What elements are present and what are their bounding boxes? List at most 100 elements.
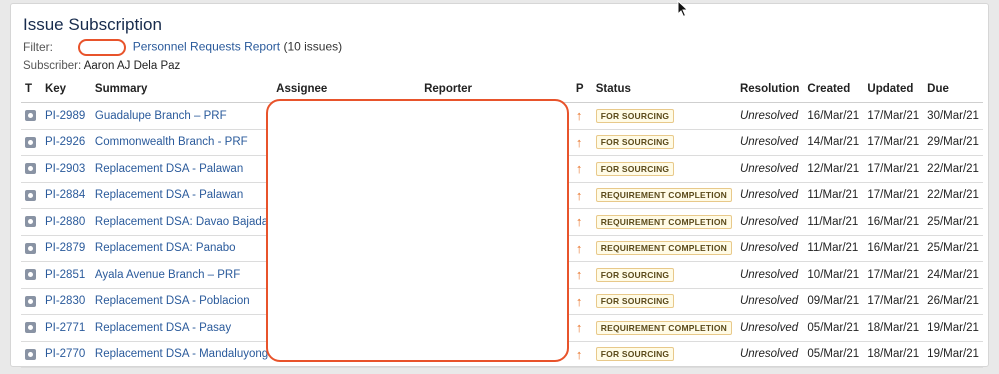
issue-summary-link[interactable]: Guadalupe Branch – PRF [95,110,227,122]
issue-type-icon[interactable] [25,216,36,228]
redacted-filter-owner [78,39,127,56]
issue-summary-link[interactable]: Ayala Avenue Branch – PRF [95,269,240,281]
issue-key-link[interactable]: PI-2989 [45,110,85,122]
issue-summary-link[interactable]: Replacement DSA: Davao Bajada [95,216,268,228]
due-cell: 22/Mar/21 [923,182,983,209]
status-cell: FOR SOURCING [591,155,736,183]
issue-key-link[interactable]: PI-2851 [45,269,85,281]
col-status[interactable]: Status [591,76,736,103]
status-badge: FOR SOURCING [595,294,675,309]
created-cell: 05/Mar/21 [803,341,864,368]
due-cell: 30/Mar/21 [923,102,983,130]
created-cell: 16/Mar/21 [803,102,864,130]
issue-key-link[interactable]: PI-2903 [45,163,85,175]
col-summary[interactable]: Summary [90,76,273,103]
resolution-cell: Unresolved [735,288,804,315]
issue-summary-link[interactable]: Commonwealth Branch - PRF [95,136,248,148]
resolution-cell: Unresolved [735,235,804,262]
resolution-cell: Unresolved [735,341,804,368]
status-badge: FOR SOURCING [595,161,675,176]
type-cell [21,235,41,262]
issue-summary-link[interactable]: Replacement DSA - Pasay [95,322,231,334]
priority-major-arrow-icon: ↑ [575,161,583,177]
issue-key-link[interactable]: PI-2880 [45,216,85,228]
updated-cell: 18/Mar/21 [863,314,924,342]
priority-cell: ↑ [571,208,592,236]
resolution-cell: Unresolved [735,314,804,342]
key-cell: PI-2879 [40,235,91,262]
type-cell [21,129,41,156]
summary-cell: Replacement DSA: Panabo [90,235,273,262]
created-cell: 11/Mar/21 [803,182,864,209]
col-type[interactable]: T [21,76,41,103]
resolution-cell: Unresolved [735,261,804,289]
status-badge: REQUIREMENT COMPLETION [595,241,732,256]
type-cell [21,341,41,368]
updated-cell: 16/Mar/21 [863,208,924,236]
issue-type-icon[interactable] [25,269,36,281]
type-cell [21,102,41,130]
updated-cell: 17/Mar/21 [863,129,924,156]
issue-key-link[interactable]: PI-2830 [45,295,85,307]
type-cell [21,314,41,342]
issue-summary-link[interactable]: Replacement DSA - Mandaluyong [95,348,268,360]
status-cell: FOR SOURCING [591,102,736,130]
issue-summary-link[interactable]: Replacement DSA - Poblacion [95,295,250,307]
issue-type-icon[interactable] [25,322,36,334]
issue-summary-link[interactable]: Replacement DSA - Palawan [95,189,243,201]
issue-key-link[interactable]: PI-2770 [45,348,85,360]
due-cell: 26/Mar/21 [923,288,983,315]
due-cell: 25/Mar/21 [923,235,983,262]
issue-type-icon[interactable] [25,136,36,148]
resolution-cell: Unresolved [735,208,804,236]
issue-summary-link[interactable]: Replacement DSA: Panabo [95,242,236,254]
col-priority[interactable]: P [571,76,592,103]
col-created[interactable]: Created [803,76,864,103]
key-cell: PI-2903 [40,155,91,183]
issue-type-icon[interactable] [25,295,36,307]
priority-major-arrow-icon: ↑ [575,187,583,203]
key-cell: PI-2926 [40,129,91,156]
col-key[interactable]: Key [40,76,91,103]
filter-label: Filter: [23,39,53,54]
key-cell: PI-2884 [40,182,91,209]
issue-type-icon[interactable] [25,242,36,254]
issue-key-link[interactable]: PI-2884 [45,189,85,201]
due-cell: 22/Mar/21 [923,155,983,183]
resolution-cell: Unresolved [735,102,804,130]
status-cell: REQUIREMENT COMPLETION [591,235,736,262]
priority-major-arrow-icon: ↑ [575,240,583,256]
issue-key-link[interactable]: PI-2879 [45,242,85,254]
subscriber-name: Aaron AJ Dela Paz [83,60,181,72]
issue-key-link[interactable]: PI-2771 [45,322,85,334]
col-resolution[interactable]: Resolution [735,76,804,103]
status-cell: FOR SOURCING [591,341,736,368]
priority-major-arrow-icon: ↑ [575,346,583,362]
status-badge: REQUIREMENT COMPLETION [595,214,732,229]
page-title: Issue Subscription [23,15,162,34]
type-cell [21,155,41,183]
priority-cell: ↑ [571,341,592,368]
filter-issue-count: (10 issues) [283,39,343,54]
priority-cell: ↑ [571,261,592,289]
priority-major-arrow-icon: ↑ [575,267,583,283]
summary-cell: Replacement DSA - Palawan [90,182,273,209]
created-cell: 11/Mar/21 [803,208,864,236]
issue-key-link[interactable]: PI-2926 [45,136,85,148]
issue-type-icon[interactable] [25,163,36,175]
created-cell: 12/Mar/21 [803,155,864,183]
summary-cell: Guadalupe Branch – PRF [90,102,273,130]
issue-type-icon[interactable] [25,348,36,360]
issue-type-icon[interactable] [25,110,36,122]
filter-row: Filter: Personnel Requests Report (10 is… [23,39,342,56]
filter-link[interactable]: Personnel Requests Report [133,40,280,54]
col-updated[interactable]: Updated [863,76,924,103]
col-due[interactable]: Due [923,76,983,103]
key-cell: PI-2989 [40,102,91,130]
created-cell: 09/Mar/21 [803,288,864,315]
updated-cell: 17/Mar/21 [863,288,924,315]
updated-cell: 16/Mar/21 [863,235,924,262]
priority-major-arrow-icon: ↑ [575,108,583,124]
issue-summary-link[interactable]: Replacement DSA - Palawan [95,163,243,175]
issue-type-icon[interactable] [25,189,36,201]
